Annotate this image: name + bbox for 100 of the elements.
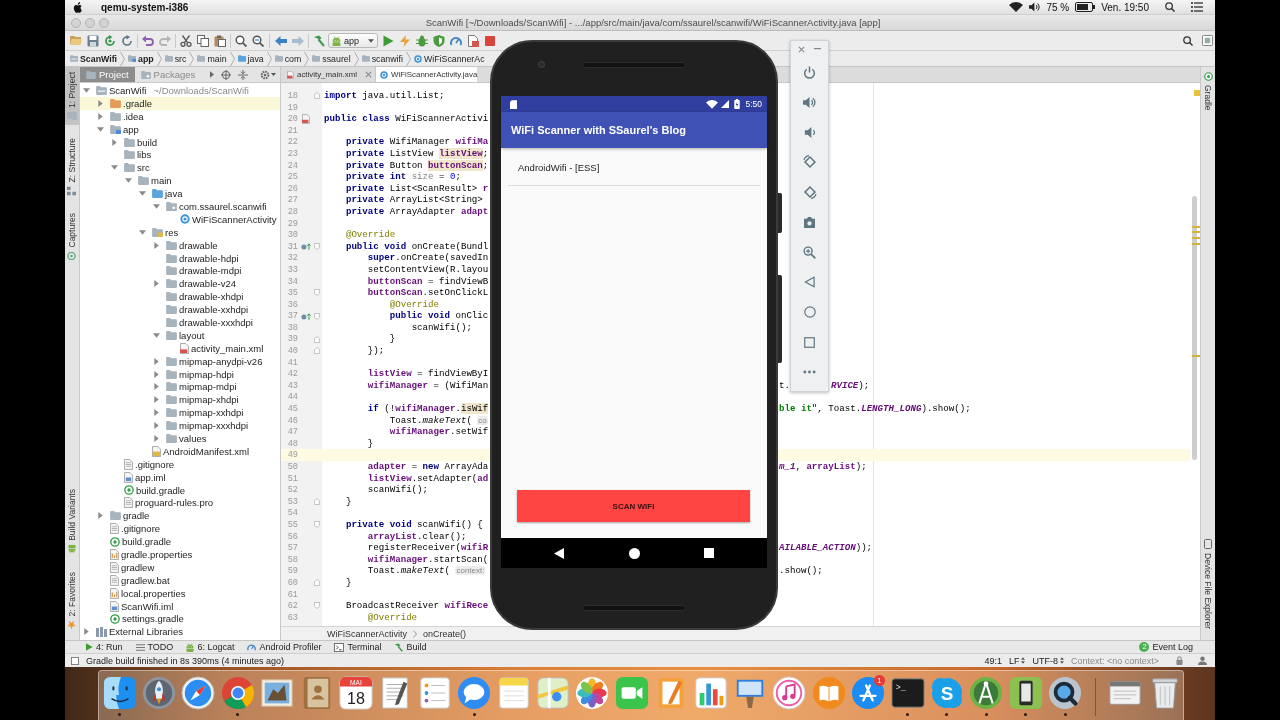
open-folder-icon[interactable]	[69, 35, 82, 46]
expand-arrow-icon[interactable]	[83, 628, 90, 636]
tool-window-button[interactable]: 2: Favorites	[65, 566, 79, 634]
run-icon[interactable]	[381, 34, 394, 47]
tree-item[interactable]: libs	[80, 148, 280, 162]
tree-item[interactable]: proguard-rules.pro	[80, 496, 280, 510]
expand-arrow-icon[interactable]	[153, 435, 160, 442]
window-icon[interactable]	[1202, 35, 1213, 46]
tree-item[interactable]: AndroidManifest.xml	[80, 444, 280, 458]
breadcrumb-item[interactable]: src	[164, 53, 187, 64]
zoom-in-icon[interactable]	[803, 245, 816, 259]
volume-down-icon[interactable]	[803, 125, 816, 139]
expand-arrow-icon[interactable]	[97, 125, 104, 133]
expand-arrow-icon[interactable]	[153, 241, 160, 249]
tree-item[interactable]: gradlew	[80, 560, 280, 574]
rotate-left-icon[interactable]	[802, 155, 817, 169]
fold-marker-icon[interactable]	[314, 335, 320, 343]
tool-window-button[interactable]: TODO	[135, 642, 174, 652]
speech-bubble-icon[interactable]	[457, 676, 492, 710]
tree-item[interactable]: drawable-hdpi	[80, 251, 280, 265]
tree-item[interactable]: res	[80, 225, 280, 239]
breadcrumb-item[interactable]: main	[197, 53, 227, 64]
breadcrumb-item[interactable]: ssaurel	[312, 53, 351, 64]
clock[interactable]: Ven. 19:50	[1101, 1, 1149, 13]
scan-wifi-button[interactable]: SCAN WIFI	[517, 490, 750, 522]
fold-marker-icon[interactable]	[314, 347, 320, 355]
stamp-icon[interactable]	[260, 676, 295, 710]
tree-item[interactable]: .gradle	[80, 96, 280, 110]
tree-item[interactable]: .idea	[80, 109, 280, 123]
expand-arrow-icon[interactable]	[153, 383, 160, 391]
expand-arrow-icon[interactable]	[153, 331, 160, 339]
run-config-dropdown[interactable]: app	[328, 33, 378, 48]
tree-item[interactable]: mipmap-xxxhdpi	[80, 419, 280, 433]
triangle-icon[interactable]	[554, 547, 564, 559]
camera-icon[interactable]	[803, 216, 816, 228]
volume-icon[interactable]	[1029, 2, 1041, 12]
expand-arrow-icon[interactable]	[111, 138, 118, 146]
expand-arrow-icon[interactable]	[153, 202, 160, 210]
tree-item[interactable]: External Libraries	[80, 625, 280, 639]
warning-stripe-marker[interactable]	[1192, 231, 1200, 233]
tree-item[interactable]: mipmap-xhdpi	[80, 393, 280, 407]
replace-icon[interactable]	[251, 34, 264, 47]
breadcrumb-item[interactable]: java	[237, 53, 264, 64]
gear-icon[interactable]	[260, 69, 271, 80]
tree-item[interactable]: .gitignore	[80, 522, 280, 536]
power-icon[interactable]	[803, 65, 816, 79]
breadcrumb-item[interactable]: app	[128, 53, 154, 64]
redo-icon[interactable]	[158, 35, 171, 46]
tree-item[interactable]: build	[80, 135, 280, 149]
fold-marker-icon[interactable]	[314, 579, 320, 587]
breadcrumb-item[interactable]: ScanWifi	[70, 53, 118, 64]
collapse-icon[interactable]	[238, 69, 249, 80]
tree-item[interactable]: mipmap-anydpi-v26	[80, 354, 280, 368]
tool-window-button[interactable]: 6: Logcat	[186, 642, 235, 652]
music-note-icon[interactable]	[772, 676, 807, 710]
fold-marker-icon[interactable]	[314, 498, 320, 506]
circle-arrow-icon[interactable]	[301, 243, 311, 250]
scissors-icon[interactable]	[179, 34, 192, 47]
back-arrow-icon[interactable]	[274, 34, 287, 47]
tool-window-button[interactable]: Terminal	[334, 642, 382, 652]
tool-window-button[interactable]: Android Profiler	[247, 642, 322, 652]
sync-icon[interactable]	[103, 34, 116, 47]
tree-item[interactable]: WiFiScannerActivity	[80, 212, 280, 226]
expand-arrow-icon[interactable]	[139, 190, 146, 198]
warning-stripe-marker[interactable]	[1192, 355, 1200, 357]
warning-stripe-marker[interactable]	[1192, 237, 1200, 239]
tree-item[interactable]: settings.gradle	[80, 612, 280, 626]
expand-arrow-icon[interactable]	[139, 228, 146, 236]
note-icon[interactable]	[496, 676, 531, 710]
expand-arrow-icon[interactable]	[153, 357, 160, 365]
crosshair-icon[interactable]	[221, 69, 232, 80]
map-icon[interactable]	[536, 676, 570, 710]
expand-arrow-icon[interactable]	[83, 86, 90, 94]
tool-window-button[interactable]: Build Variants	[65, 483, 79, 559]
rocket-icon[interactable]	[142, 676, 177, 710]
breadcrumb-item[interactable]: WiFiScannerAc	[413, 53, 485, 64]
tool-window-button[interactable]: 4: Run	[85, 642, 123, 652]
notification-list-icon[interactable]	[1191, 2, 1203, 12]
breadcrumb-item[interactable]: com	[274, 53, 302, 64]
scrollbar-thumb[interactable]	[1192, 196, 1197, 460]
fold-marker-icon[interactable]	[314, 521, 320, 529]
breadcrumb-item[interactable]: scanwifi	[361, 53, 403, 64]
search-icon[interactable]	[234, 34, 247, 47]
lightning-icon[interactable]	[398, 34, 411, 47]
tree-item[interactable]: drawable-mdpi	[80, 264, 280, 278]
checklist-icon[interactable]	[417, 676, 452, 710]
tree-item[interactable]: build.gradle	[80, 535, 280, 549]
breadcrumb-item[interactable]: WiFiScannerActivity	[327, 628, 407, 639]
tree-item[interactable]: activity_main.xml	[80, 341, 280, 355]
tree-item[interactable]: ScanWifi ~/Downloads/ScanWifi	[80, 84, 280, 97]
expand-arrow-icon[interactable]	[125, 177, 132, 185]
apple-icon[interactable]	[73, 1, 82, 13]
document-icon[interactable]	[466, 34, 479, 47]
lock-icon[interactable]	[1176, 656, 1183, 665]
open-book-icon[interactable]	[811, 676, 846, 710]
tool-window-button[interactable]: Device File Explorer	[1201, 533, 1215, 634]
rotate-right-icon[interactable]	[802, 185, 817, 199]
app-name[interactable]: qemu-system-i386	[101, 1, 189, 13]
tree-item[interactable]: gradle.properties	[80, 548, 280, 561]
close-icon[interactable]	[365, 71, 373, 78]
